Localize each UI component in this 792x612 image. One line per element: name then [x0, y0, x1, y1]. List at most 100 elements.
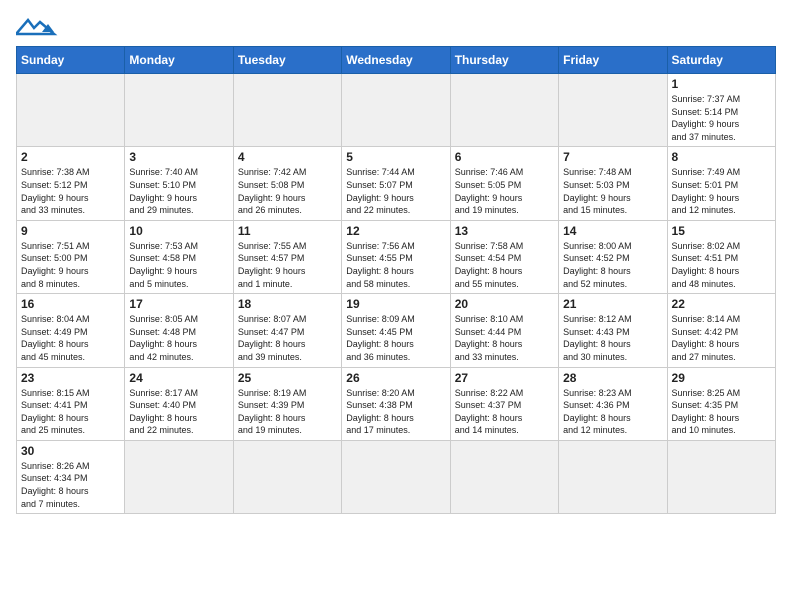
calendar-day: 29 Sunrise: 8:25 AM Sunset: 4:35 PM Dayli… — [667, 367, 775, 440]
day-number: 8 — [672, 150, 771, 164]
day-info: Sunrise: 8:00 AM Sunset: 4:52 PM Dayligh… — [563, 240, 662, 290]
calendar-day: 17Sunrise: 8:05 AM Sunset: 4:48 PM Dayli… — [125, 294, 233, 367]
day-number: 3 — [129, 150, 228, 164]
calendar-day: 6 Sunrise: 7:46 AM Sunset: 5:05 PM Daylig… — [450, 147, 558, 220]
calendar-day — [667, 440, 775, 513]
day-info: Sunrise: 7:55 AM Sunset: 4:57 PM Dayligh… — [238, 240, 337, 290]
calendar-day: 10 Sunrise: 7:53 AM Sunset: 4:58 PM Dayli… — [125, 220, 233, 293]
calendar-table: SundayMondayTuesdayWednesdayThursdayFrid… — [16, 46, 776, 514]
day-number: 19 — [346, 297, 445, 311]
calendar-day — [125, 74, 233, 147]
calendar-week-row: 16 Sunrise: 8:04 AM Sunset: 4:49 PM Dayli… — [17, 294, 776, 367]
day-info: Sunrise: 8:22 AM Sunset: 4:37 PM Dayligh… — [455, 387, 554, 437]
day-number: 28 — [563, 371, 662, 385]
day-number: 26 — [346, 371, 445, 385]
calendar-day: 21 Sunrise: 8:12 AM Sunset: 4:43 PM Dayli… — [559, 294, 667, 367]
day-info: Sunrise: 8:19 AM Sunset: 4:39 PM Dayligh… — [238, 387, 337, 437]
day-info: Sunrise: 8:26 AM Sunset: 4:34 PM Dayligh… — [21, 460, 120, 510]
day-number: 1 — [672, 77, 771, 91]
day-info: Sunrise: 7:37 AM Sunset: 5:14 PM Dayligh… — [672, 93, 771, 143]
calendar-day: 24Sunrise: 8:17 AM Sunset: 4:40 PM Dayli… — [125, 367, 233, 440]
day-number: 9 — [21, 224, 120, 238]
calendar-day — [342, 74, 450, 147]
calendar-day: 19Sunrise: 8:09 AM Sunset: 4:45 PM Dayli… — [342, 294, 450, 367]
calendar-day — [559, 440, 667, 513]
day-info: Sunrise: 8:20 AM Sunset: 4:38 PM Dayligh… — [346, 387, 445, 437]
day-number: 22 — [672, 297, 771, 311]
day-info: Sunrise: 7:38 AM Sunset: 5:12 PM Dayligh… — [21, 166, 120, 216]
col-header-wednesday: Wednesday — [342, 47, 450, 74]
day-number: 21 — [563, 297, 662, 311]
calendar-day: 4 Sunrise: 7:42 AM Sunset: 5:08 PM Daylig… — [233, 147, 341, 220]
day-number: 10 — [129, 224, 228, 238]
col-header-sunday: Sunday — [17, 47, 125, 74]
day-number: 20 — [455, 297, 554, 311]
calendar-day: 9 Sunrise: 7:51 AM Sunset: 5:00 PM Daylig… — [17, 220, 125, 293]
calendar-day: 5 Sunrise: 7:44 AM Sunset: 5:07 PM Daylig… — [342, 147, 450, 220]
day-number: 6 — [455, 150, 554, 164]
calendar-day: 23Sunrise: 8:15 AM Sunset: 4:41 PM Dayli… — [17, 367, 125, 440]
day-number: 30 — [21, 444, 120, 458]
day-info: Sunrise: 8:15 AM Sunset: 4:41 PM Dayligh… — [21, 387, 120, 437]
day-info: Sunrise: 8:10 AM Sunset: 4:44 PM Dayligh… — [455, 313, 554, 363]
calendar-day: 2 Sunrise: 7:38 AM Sunset: 5:12 PM Daylig… — [17, 147, 125, 220]
calendar-day: 1 Sunrise: 7:37 AM Sunset: 5:14 PM Daylig… — [667, 74, 775, 147]
day-number: 18 — [238, 297, 337, 311]
day-number: 12 — [346, 224, 445, 238]
day-info: Sunrise: 7:51 AM Sunset: 5:00 PM Dayligh… — [21, 240, 120, 290]
calendar-day: 25 Sunrise: 8:19 AM Sunset: 4:39 PM Dayli… — [233, 367, 341, 440]
calendar-day — [559, 74, 667, 147]
day-number: 17 — [129, 297, 228, 311]
day-number: 25 — [238, 371, 337, 385]
day-number: 7 — [563, 150, 662, 164]
day-info: Sunrise: 7:53 AM Sunset: 4:58 PM Dayligh… — [129, 240, 228, 290]
calendar-day: 16 Sunrise: 8:04 AM Sunset: 4:49 PM Dayli… — [17, 294, 125, 367]
calendar-day: 30 Sunrise: 8:26 AM Sunset: 4:34 PM Dayli… — [17, 440, 125, 513]
calendar-day: 15Sunrise: 8:02 AM Sunset: 4:51 PM Dayli… — [667, 220, 775, 293]
day-info: Sunrise: 8:07 AM Sunset: 4:47 PM Dayligh… — [238, 313, 337, 363]
day-number: 24 — [129, 371, 228, 385]
calendar-header-row: SundayMondayTuesdayWednesdayThursdayFrid… — [17, 47, 776, 74]
calendar-day: 27 Sunrise: 8:22 AM Sunset: 4:37 PM Dayli… — [450, 367, 558, 440]
day-number: 5 — [346, 150, 445, 164]
calendar-day: 13Sunrise: 7:58 AM Sunset: 4:54 PM Dayli… — [450, 220, 558, 293]
day-info: Sunrise: 8:23 AM Sunset: 4:36 PM Dayligh… — [563, 387, 662, 437]
calendar-day: 20 Sunrise: 8:10 AM Sunset: 4:44 PM Dayli… — [450, 294, 558, 367]
day-number: 2 — [21, 150, 120, 164]
logo — [16, 16, 66, 38]
calendar-day: 22 Sunrise: 8:14 AM Sunset: 4:42 PM Dayli… — [667, 294, 775, 367]
calendar-week-row: 9 Sunrise: 7:51 AM Sunset: 5:00 PM Daylig… — [17, 220, 776, 293]
calendar-day — [342, 440, 450, 513]
calendar-day — [125, 440, 233, 513]
day-number: 27 — [455, 371, 554, 385]
calendar-day — [450, 440, 558, 513]
day-info: Sunrise: 7:42 AM Sunset: 5:08 PM Dayligh… — [238, 166, 337, 216]
calendar-day — [233, 440, 341, 513]
calendar-day: 3Sunrise: 7:40 AM Sunset: 5:10 PM Daylig… — [125, 147, 233, 220]
col-header-monday: Monday — [125, 47, 233, 74]
day-number: 14 — [563, 224, 662, 238]
calendar-week-row: 30 Sunrise: 8:26 AM Sunset: 4:34 PM Dayli… — [17, 440, 776, 513]
calendar-day: 7Sunrise: 7:48 AM Sunset: 5:03 PM Daylig… — [559, 147, 667, 220]
day-number: 16 — [21, 297, 120, 311]
calendar-day: 12 Sunrise: 7:56 AM Sunset: 4:55 PM Dayli… — [342, 220, 450, 293]
calendar-week-row: 1 Sunrise: 7:37 AM Sunset: 5:14 PM Daylig… — [17, 74, 776, 147]
day-info: Sunrise: 7:44 AM Sunset: 5:07 PM Dayligh… — [346, 166, 445, 216]
page-header — [16, 16, 776, 38]
col-header-friday: Friday — [559, 47, 667, 74]
day-number: 29 — [672, 371, 771, 385]
day-info: Sunrise: 7:56 AM Sunset: 4:55 PM Dayligh… — [346, 240, 445, 290]
day-info: Sunrise: 7:46 AM Sunset: 5:05 PM Dayligh… — [455, 166, 554, 216]
day-info: Sunrise: 8:12 AM Sunset: 4:43 PM Dayligh… — [563, 313, 662, 363]
calendar-day: 18 Sunrise: 8:07 AM Sunset: 4:47 PM Dayli… — [233, 294, 341, 367]
day-number: 11 — [238, 224, 337, 238]
day-info: Sunrise: 8:25 AM Sunset: 4:35 PM Dayligh… — [672, 387, 771, 437]
day-info: Sunrise: 8:02 AM Sunset: 4:51 PM Dayligh… — [672, 240, 771, 290]
col-header-saturday: Saturday — [667, 47, 775, 74]
day-info: Sunrise: 8:14 AM Sunset: 4:42 PM Dayligh… — [672, 313, 771, 363]
calendar-day — [233, 74, 341, 147]
day-info: Sunrise: 8:04 AM Sunset: 4:49 PM Dayligh… — [21, 313, 120, 363]
calendar-day — [17, 74, 125, 147]
calendar-day: 26 Sunrise: 8:20 AM Sunset: 4:38 PM Dayli… — [342, 367, 450, 440]
day-number: 4 — [238, 150, 337, 164]
